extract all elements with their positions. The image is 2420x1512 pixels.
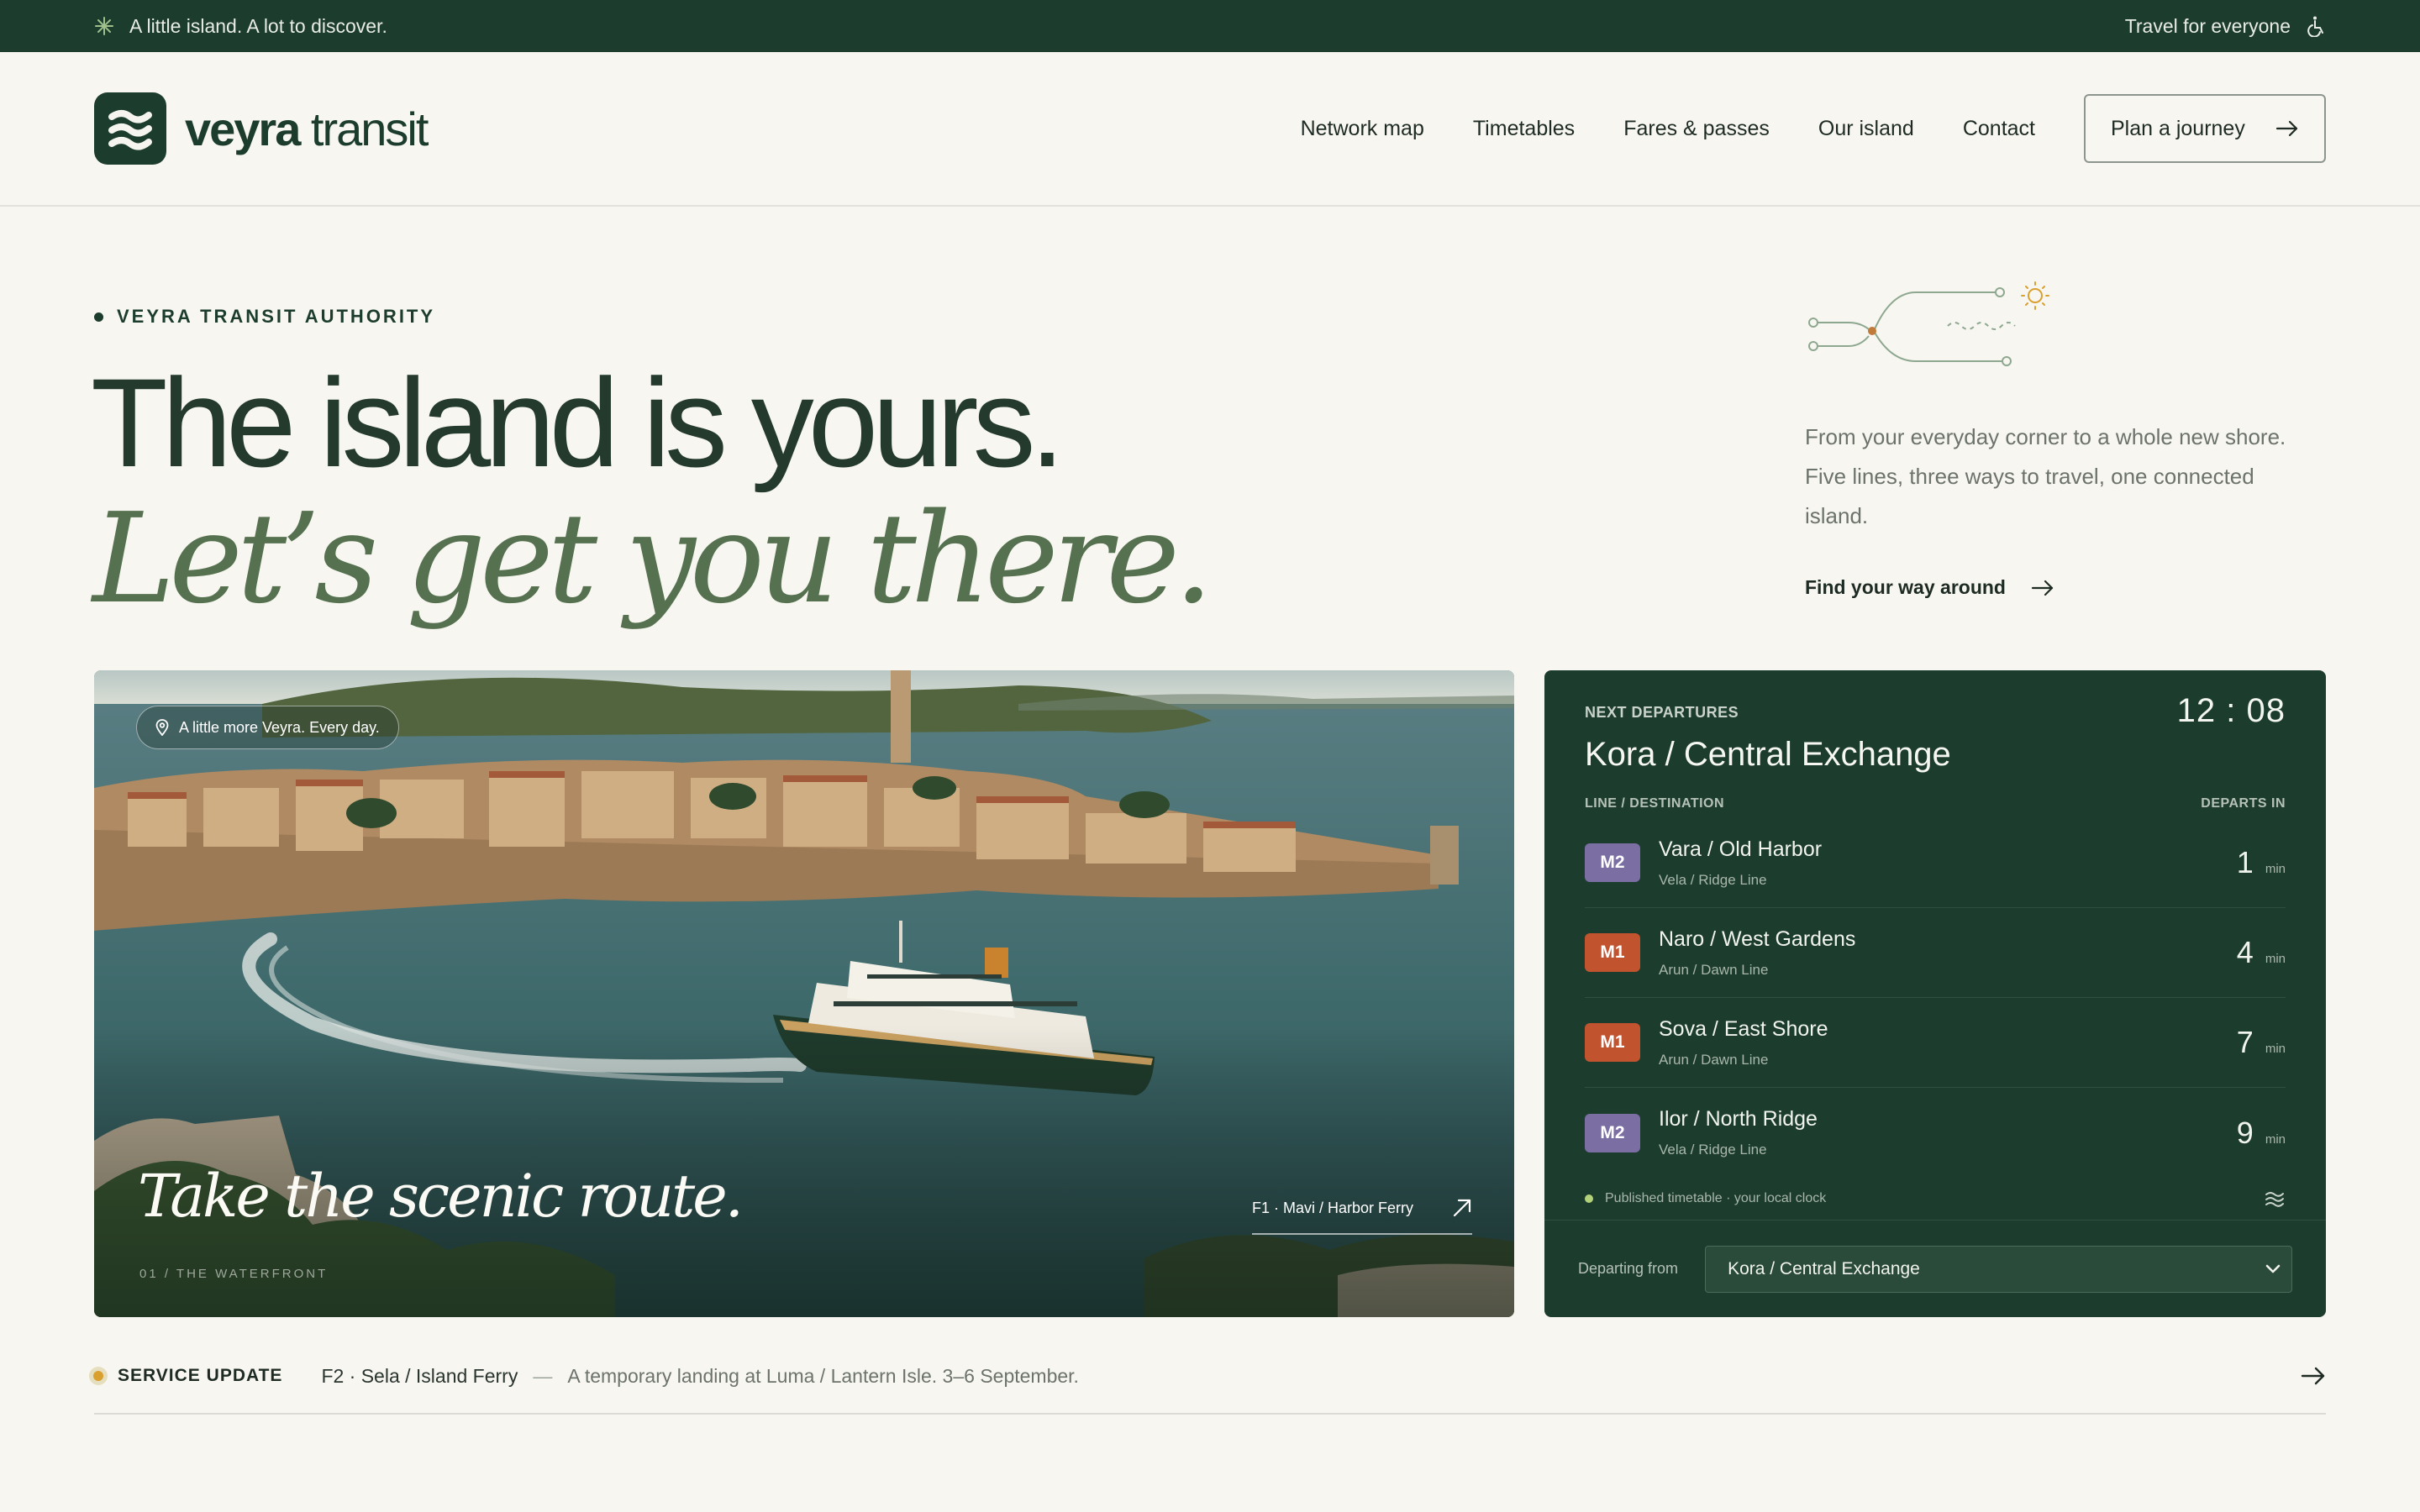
line-badge: M2 [1585,843,1640,882]
minutes-value: 9 [2236,1115,2254,1150]
location-pin-icon [155,719,169,736]
line-badge: M2 [1585,1113,1640,1152]
column-line-destination: LINE / DESTINATION [1585,796,1725,811]
destination-line: Arun / Dawn Line [1659,1051,1769,1068]
destination-name: Sova / East Shore [1659,1016,1828,1041]
eyebrow-dot [94,312,103,322]
top-banner-tagline: A little island. A lot to discover. [94,15,387,38]
departing-from-label: Departing from [1578,1260,1679,1277]
find-your-way-link[interactable]: Find your way around [1805,576,2054,599]
destination-line: Arun / Dawn Line [1659,961,1769,978]
nav-timetables[interactable]: Timetables [1473,117,1575,141]
wave-lines-icon[interactable] [2264,1189,2286,1208]
plan-journey-label: Plan a journey [2111,116,2245,140]
minutes-unit: min [2265,952,2286,966]
departure-destination: Vara / Old Harbor Vela / Ridge Line [1659,837,1822,889]
service-status-dot [89,1367,108,1385]
departure-destination: Naro / West Gardens Arun / Dawn Line [1659,927,1855,979]
find-your-way-label[interactable]: Find your way around [1805,576,2006,599]
departure-minutes: 1 min [2237,845,2286,880]
departure-minutes: 4 min [2237,935,2286,970]
accessibility-text[interactable]: Travel for everyone [2125,15,2291,38]
arrow-up-right-icon [1453,1199,1471,1217]
hero-photo-harbor: A little more Veyra. Every day. Take the… [94,670,1514,1317]
main-nav: Network map Timetables Fares & passes Ou… [1252,94,2326,163]
tagline-text: A little island. A lot to discover. [129,14,387,37]
image-title: Take the scenic route. [138,1162,744,1231]
nav-our-island[interactable]: Our island [1818,117,1914,141]
column-departs-in: DEPARTS IN [2201,796,2286,811]
destination-name: Vara / Old Harbor [1659,837,1823,861]
hero-intro: From your everyday corner to a whole new… [1805,424,2286,528]
departures-column-headers: LINE / DESTINATION DEPARTS IN [1585,796,2286,811]
image-route-link[interactable]: F1 · Mavi / Harbor Ferry [1252,1198,1472,1235]
minutes-unit: min [2265,1131,2286,1147]
departure-row[interactable]: M2 Vara / Old Harbor Vela / Ridge Line 1… [1585,818,2286,908]
timetable-note: Published timetable · your local clock [1585,1189,2286,1208]
minutes-value: 1 [2236,845,2254,879]
arrow-right-icon [2275,120,2298,137]
departing-from-value: Kora / Central Exchange [1728,1258,1920,1278]
destination-name: Naro / West Gardens [1659,927,1856,951]
departures-station: Kora / Central Exchange [1585,736,1951,773]
minutes-unit: min [2265,862,2286,876]
departure-destination: Ilor / North Ridge Vela / Ridge Line [1659,1107,1818,1158]
minutes-value: 7 [2236,1025,2254,1059]
brand-logo[interactable]: veyra transit [94,92,429,165]
brand-name: veyra transit [185,102,429,156]
departures-clock: 12 : 08 [2176,692,2286,729]
sparkle-icon [95,17,113,35]
departure-minutes: 9 min [2237,1116,2286,1151]
image-location-pill: A little more Veyra. Every day. [136,706,399,749]
service-update-bar[interactable]: SERVICE UPDATE F2 · Sela / Island Ferry … [89,1339,2326,1415]
destination-name: Ilor / North Ridge [1659,1107,1818,1131]
service-update-label: SERVICE UPDATE [118,1366,283,1385]
departure-row[interactable]: M1 Naro / West Gardens Arun / Dawn Line … [1585,908,2286,998]
timetable-note-text: Published timetable · your local clock [1605,1191,1827,1205]
departures-eyebrow: NEXT DEPARTURES [1585,704,1739,721]
departing-from-select[interactable]: Kora / Central Exchange [1705,1245,2292,1293]
nav-network-map[interactable]: Network map [1301,117,1424,141]
plan-journey-button[interactable]: Plan a journey [2084,94,2326,163]
departure-row[interactable]: M1 Sova / East Shore Arun / Dawn Line 7 … [1585,998,2286,1088]
destination-line: Vela / Ridge Line [1659,1142,1767,1158]
departures-board: NEXT DEPARTURES 12 : 08 Kora / Central E… [1544,670,2326,1317]
departure-destination: Sova / East Shore Arun / Dawn Line [1659,1017,1828,1068]
image-pill-text: A little more Veyra. Every day. [179,718,380,736]
accessibility-link[interactable]: Travel for everyone [2125,15,2326,38]
departure-row[interactable]: M2 Ilor / North Ridge Vela / Ridge Line … [1585,1088,2286,1178]
service-update-dash: — [533,1364,553,1387]
brand-name-light: transit [299,102,429,155]
nav-contact[interactable]: Contact [1963,117,2035,141]
site-header: veyra transit Network map Timetables Far… [0,52,2420,207]
destination-line: Vela / Ridge Line [1659,871,1767,888]
image-route-label[interactable]: F1 · Mavi / Harbor Ferry [1252,1200,1413,1217]
service-update-route: F2 · Sela / Island Ferry [321,1364,518,1387]
departure-minutes: 7 min [2237,1025,2286,1060]
brand-name-bold: veyra [185,102,301,155]
hero-headline: The island is yours. [91,352,1065,493]
image-caption: 01 / THE WATERFRONT [139,1267,329,1281]
network-lines-illustration [1808,281,2049,366]
top-banner: A little island. A lot to discover. Trav… [0,0,2420,52]
nav-fares-passes[interactable]: Fares & passes [1623,117,1770,141]
hero-headline-italic: Let’s get you there. [92,486,1213,631]
line-badge: M1 [1585,1023,1640,1062]
arrow-right-icon[interactable] [2301,1367,2326,1385]
service-update-message: A temporary landing at Luma / Lantern Is… [567,1364,1079,1387]
hero-eyebrow: VEYRA TRANSIT AUTHORITY [94,306,435,328]
live-status-dot [1585,1194,1593,1203]
wheelchair-icon [2307,16,2323,37]
minutes-unit: min [2265,1042,2286,1056]
arrow-right-icon [2031,580,2054,596]
departing-from-bar: Departing from Kora / Central Exchange [1544,1220,2326,1317]
minutes-value: 4 [2236,935,2254,969]
waves-logo-icon [94,92,166,165]
chevron-down-icon [2265,1264,2281,1273]
departures-list: M2 Vara / Old Harbor Vela / Ridge Line 1… [1585,818,2286,1178]
eyebrow-text: VEYRA TRANSIT AUTHORITY [117,306,436,327]
line-badge: M1 [1585,933,1640,972]
